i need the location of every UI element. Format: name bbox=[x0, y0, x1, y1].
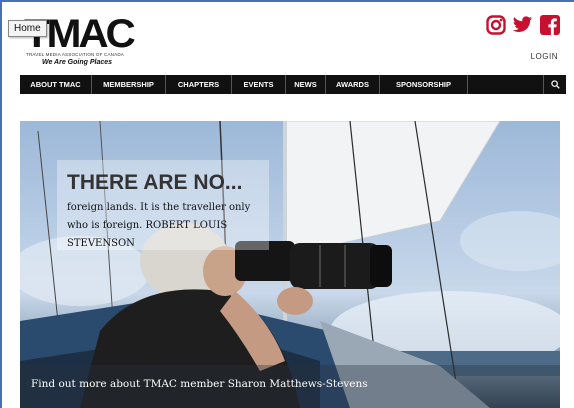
nav-events[interactable]: EVENTS bbox=[232, 75, 286, 94]
quote-text: foreign lands. It is the traveller only … bbox=[67, 202, 251, 249]
twitter-icon[interactable] bbox=[512, 14, 533, 35]
instagram-icon[interactable] bbox=[485, 14, 506, 35]
nav-awards[interactable]: AWARDS bbox=[326, 75, 380, 94]
hero-caption-link[interactable]: Find out more about TMAC member Sharon M… bbox=[31, 378, 368, 390]
login-link[interactable]: LOGIN bbox=[531, 52, 558, 61]
logo-subtitle: TRAVEL MEDIA ASSOCIATION OF CANADA bbox=[26, 52, 124, 57]
home-tooltip: Home bbox=[8, 20, 47, 37]
nav-membership[interactable]: MEMBERSHIP bbox=[92, 75, 166, 94]
nav-spacer bbox=[468, 75, 544, 94]
facebook-icon[interactable] bbox=[539, 14, 560, 35]
nav-chapters[interactable]: CHAPTERS bbox=[166, 75, 232, 94]
social-links bbox=[485, 14, 560, 35]
nav-news[interactable]: NEWS bbox=[286, 75, 326, 94]
logo-tagline: We Are Going Places bbox=[42, 59, 113, 66]
hero-slide[interactable]: THERE ARE NO... foreign lands. It is the… bbox=[20, 121, 560, 408]
search-icon[interactable] bbox=[544, 75, 566, 94]
quote-title: THERE ARE NO... bbox=[67, 171, 243, 194]
nav-about-tmac[interactable]: ABOUT TMAC bbox=[20, 75, 92, 94]
main-nav: ABOUT TMAC MEMBERSHIP CHAPTERS EVENTS NE… bbox=[20, 75, 566, 94]
nav-sponsorship[interactable]: SPONSORSHIP bbox=[380, 75, 468, 94]
